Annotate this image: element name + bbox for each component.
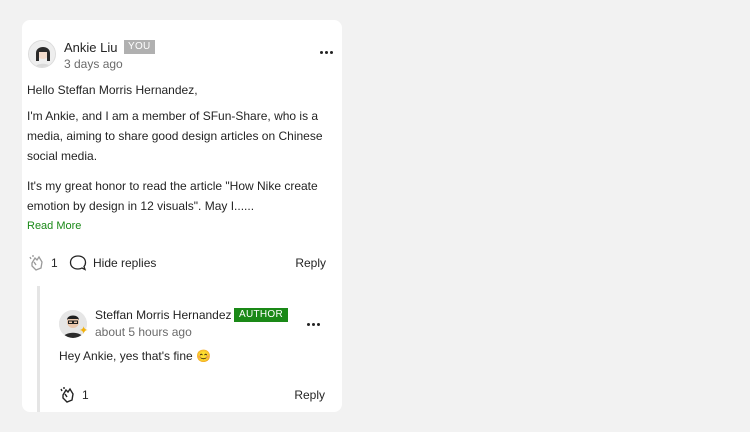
- reply-author-name[interactable]: Steffan Morris Hernandez: [95, 308, 232, 322]
- reply-text-content: Hey Ankie, yes that's fine: [59, 349, 193, 363]
- more-icon: [319, 50, 333, 54]
- read-more-link[interactable]: Read More: [27, 220, 81, 232]
- comment-timestamp[interactable]: 3 days ago: [64, 57, 123, 71]
- comment-card: Ankie Liu YOU 3 days ago Hello Steffan M…: [22, 20, 342, 412]
- more-options-button[interactable]: [314, 44, 338, 60]
- more-icon: [306, 322, 320, 326]
- sparkle-icon: ✦: [79, 325, 89, 337]
- reply-header: ✦ Steffan Morris Hernandez AUTHOR about …: [59, 308, 325, 344]
- reply-text: Hey Ankie, yes that's fine 😊: [59, 349, 211, 363]
- reply-more-options-button[interactable]: [301, 316, 325, 332]
- reply-timestamp[interactable]: about 5 hours ago: [95, 325, 192, 339]
- clap-icon[interactable]: [59, 386, 77, 404]
- you-badge: YOU: [124, 40, 155, 54]
- clap-count: 1: [51, 256, 58, 270]
- clap-count: 1: [82, 388, 89, 402]
- comment-paragraph: It's my great honor to read the article …: [27, 179, 318, 213]
- thread-line: [37, 286, 40, 412]
- comment-paragraph: I'm Ankie, and I am a member of SFun-Sha…: [27, 109, 323, 163]
- reply-bubble-icon[interactable]: [69, 254, 87, 272]
- avatar-ankie[interactable]: [28, 40, 56, 68]
- comment-actions: 1 Hide replies Reply: [28, 254, 326, 274]
- author-badge: AUTHOR: [234, 308, 289, 322]
- hide-replies-button[interactable]: Hide replies: [93, 256, 156, 270]
- clap-icon[interactable]: [28, 254, 46, 272]
- reply-actions: 1 Reply: [59, 386, 325, 406]
- reply-button[interactable]: Reply: [294, 388, 325, 402]
- comment-paragraph: Hello Steffan Morris Hernandez,: [27, 83, 198, 97]
- comment-header: Ankie Liu YOU 3 days ago: [28, 40, 338, 74]
- reply-button[interactable]: Reply: [295, 256, 326, 270]
- author-name[interactable]: Ankie Liu: [64, 40, 117, 55]
- smile-emoji: 😊: [196, 349, 211, 363]
